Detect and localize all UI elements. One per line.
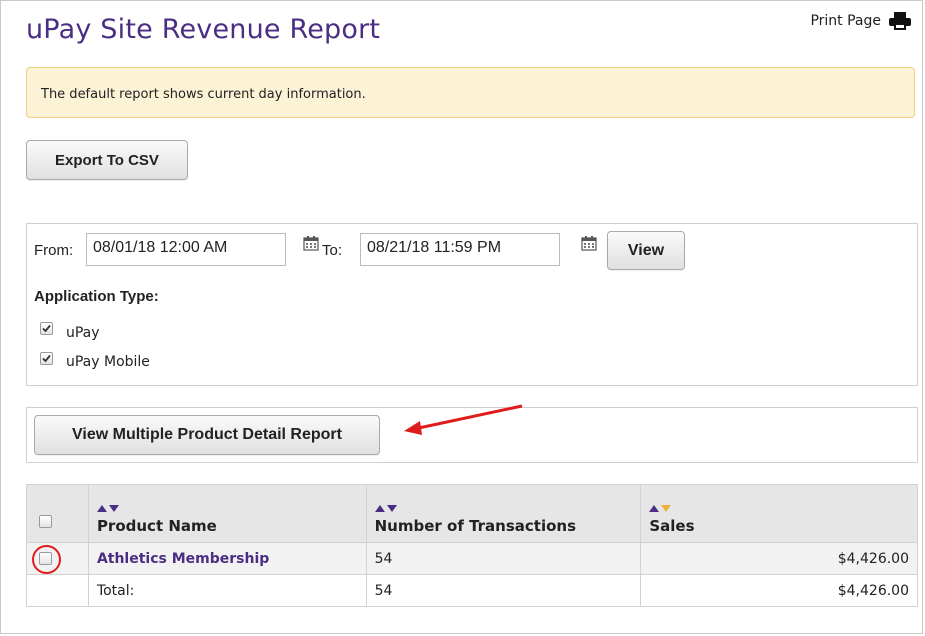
product-name-header-label: Product Name bbox=[96, 517, 217, 535]
table-header-row: Product Name Number of Transactions Sale… bbox=[26, 484, 918, 543]
calendar-icon[interactable] bbox=[303, 235, 319, 251]
sales-header-label: Sales bbox=[649, 517, 695, 535]
total-row: Total: 54 $4,426.00 bbox=[26, 574, 918, 607]
sort-icon[interactable] bbox=[649, 499, 909, 513]
checkmark-icon bbox=[42, 354, 51, 363]
revenue-table: Product Name Number of Transactions Sale… bbox=[26, 484, 918, 607]
checkmark-icon bbox=[42, 324, 51, 333]
annotation-arrow bbox=[404, 404, 523, 435]
sort-icon[interactable] bbox=[96, 499, 358, 513]
view-button[interactable]: View bbox=[607, 231, 685, 270]
table-row: Athletics Membership 54 $4,426.00 bbox=[26, 542, 918, 575]
printer-icon bbox=[889, 12, 911, 30]
transactions-header-label: Number of Transactions bbox=[374, 517, 577, 535]
to-label: To: bbox=[322, 242, 343, 259]
view-multiple-product-detail-report-button[interactable]: View Multiple Product Detail Report bbox=[34, 415, 380, 455]
transactions-header[interactable]: Number of Transactions bbox=[365, 484, 642, 543]
from-date-input[interactable]: 08/01/18 12:00 AM bbox=[86, 233, 286, 266]
calendar-icon[interactable] bbox=[581, 235, 597, 251]
total-label-cell: Total: bbox=[87, 574, 367, 607]
product-name-cell: Athletics Membership bbox=[87, 542, 367, 575]
total-transactions-cell: 54 bbox=[365, 574, 642, 607]
total-empty-cell bbox=[26, 574, 89, 607]
total-sales-cell: $4,426.00 bbox=[640, 574, 918, 607]
print-page-link[interactable]: Print Page bbox=[810, 12, 911, 30]
application-type-label: Application Type: bbox=[34, 288, 159, 305]
sort-icon[interactable] bbox=[374, 499, 633, 513]
export-csv-button[interactable]: Export To CSV bbox=[26, 140, 188, 180]
upay-label: uPay bbox=[66, 325, 100, 341]
transactions-cell: 54 bbox=[365, 542, 642, 575]
select-all-checkbox[interactable] bbox=[39, 514, 52, 528]
product-link[interactable]: Athletics Membership bbox=[97, 551, 269, 567]
to-date-input[interactable]: 08/21/18 11:59 PM bbox=[360, 233, 560, 266]
select-all-cell bbox=[26, 484, 89, 543]
sales-header[interactable]: Sales bbox=[640, 484, 918, 543]
upay-mobile-checkbox[interactable] bbox=[40, 352, 53, 365]
print-page-label: Print Page bbox=[810, 13, 881, 29]
upay-checkbox[interactable] bbox=[40, 322, 53, 335]
from-label: From: bbox=[34, 242, 74, 259]
sales-cell: $4,426.00 bbox=[640, 542, 918, 575]
annotation-circle bbox=[32, 545, 61, 574]
upay-mobile-label: uPay Mobile bbox=[66, 354, 150, 370]
page-title: uPay Site Revenue Report bbox=[26, 14, 381, 45]
product-name-header[interactable]: Product Name bbox=[87, 484, 367, 543]
info-notice: The default report shows current day inf… bbox=[26, 67, 915, 118]
